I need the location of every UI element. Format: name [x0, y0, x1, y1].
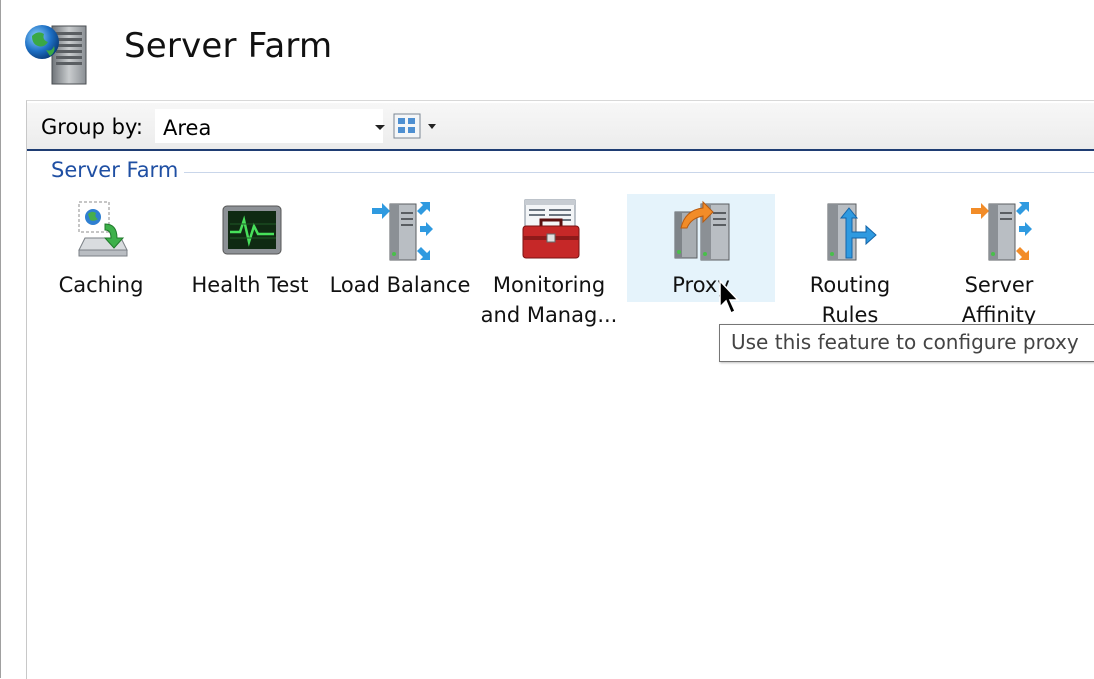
- content-frame: [26, 100, 1094, 679]
- load-balance-icon: [372, 202, 433, 261]
- page-title: Server Farm: [124, 26, 333, 66]
- feature-label-line2: and Manag...: [480, 303, 618, 327]
- feature-proxy[interactable]: Proxy: [627, 194, 775, 302]
- feature-caching[interactable]: Caching: [27, 194, 175, 302]
- group-by-value: Area: [163, 116, 212, 140]
- section-divider: [184, 172, 1094, 173]
- feature-tooltip: Use this feature to configure proxy: [719, 324, 1094, 362]
- feature-label: Proxy: [672, 273, 730, 297]
- tooltip-text: Use this feature to configure proxy: [731, 330, 1079, 354]
- feature-label: Health Test: [191, 273, 309, 297]
- feature-load-balance[interactable]: Load Balance: [326, 194, 474, 302]
- group-by-toolbar: Group by: Area: [27, 103, 1094, 151]
- group-by-dropdown[interactable]: Area: [155, 109, 385, 143]
- chevron-down-icon: [428, 124, 436, 129]
- health-test-icon: [222, 205, 282, 255]
- feature-server-affinity[interactable]: Server Affinity: [925, 194, 1073, 327]
- server-farm-globe-icon: [25, 25, 87, 85]
- section-title: Server Farm: [51, 158, 179, 182]
- feature-health-test[interactable]: Health Test: [176, 194, 324, 302]
- feature-label: Routing: [809, 273, 891, 297]
- feature-label: Load Balance: [329, 273, 471, 297]
- feature-label: Caching: [58, 273, 144, 297]
- mouse-pointer-icon: [719, 280, 740, 315]
- group-by-label: Group by:: [41, 115, 143, 139]
- view-mode-icon: [393, 113, 421, 139]
- caching-icon: [78, 201, 128, 257]
- server-affinity-icon: [971, 202, 1032, 261]
- feature-monitoring-and-management[interactable]: Monitoring and Manag...: [475, 194, 623, 327]
- view-mode-button[interactable]: [390, 111, 438, 141]
- proxy-icon: [674, 200, 730, 261]
- feature-label: Monitoring: [492, 273, 606, 297]
- routing-rules-icon: [827, 203, 877, 261]
- feature-label: Server: [964, 273, 1034, 297]
- feature-routing-rules[interactable]: Routing Rules: [776, 194, 924, 327]
- monitoring-toolbox-icon: [522, 199, 580, 259]
- page-header: Server Farm: [0, 0, 1094, 100]
- window-left-border: [0, 0, 1, 678]
- chevron-down-icon: [375, 125, 385, 130]
